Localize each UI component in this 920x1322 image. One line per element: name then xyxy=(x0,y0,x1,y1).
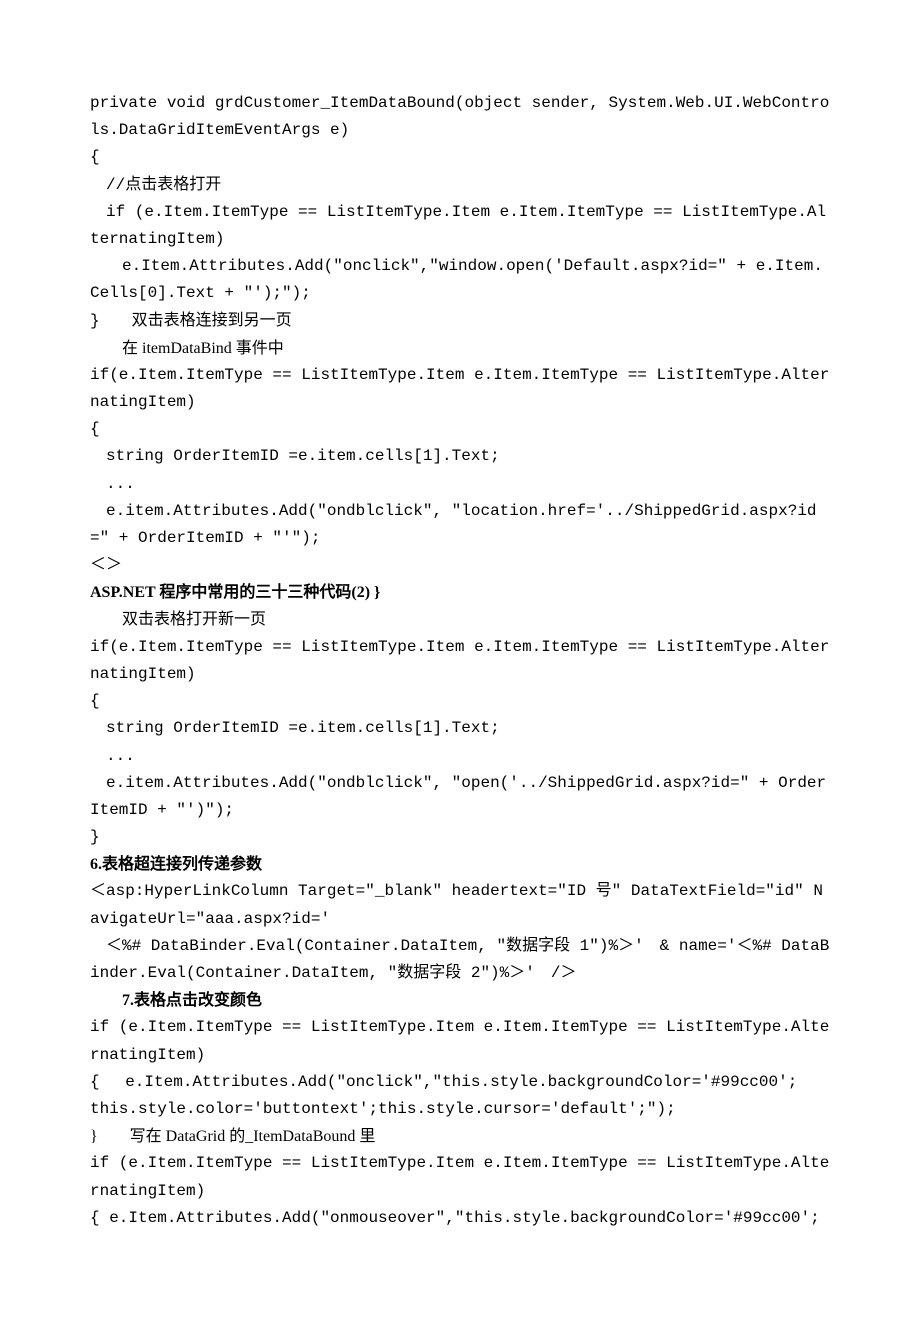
code-line: if (e.Item.ItemType == ListItemType.Item… xyxy=(90,1014,830,1068)
code-line: } xyxy=(90,824,830,851)
code-line: string OrderItemID =e.item.cells[1].Text… xyxy=(90,715,830,742)
code-line: ＜asp:HyperLinkColumn Target="_blank" hea… xyxy=(90,878,830,932)
code-line: private void grdCustomer_ItemDataBound(o… xyxy=(90,90,830,144)
code-line: e.Item.Attributes.Add("onclick","window.… xyxy=(90,253,830,307)
code-line: if (e.Item.ItemType == ListItemType.Item… xyxy=(90,199,830,253)
code-line: ... xyxy=(90,743,830,770)
code-line: if(e.Item.ItemType == ListItemType.Item … xyxy=(90,634,830,688)
code-line: ... xyxy=(90,471,830,498)
code-line: { xyxy=(90,416,830,443)
code-line: 双击表格打开新一页 xyxy=(90,607,830,634)
code-line: ASP.NET 程序中常用的三十三种代码(2) } xyxy=(90,579,830,606)
code-line: e.item.Attributes.Add("ondblclick", "loc… xyxy=(90,498,830,552)
code-line: { xyxy=(90,688,830,715)
code-line: { e.Item.Attributes.Add("onmouseover","t… xyxy=(90,1205,830,1232)
code-line: if(e.Item.ItemType == ListItemType.Item … xyxy=(90,362,830,416)
code-line: this.style.color='buttontext';this.style… xyxy=(90,1096,830,1123)
code-line: e.item.Attributes.Add("ondblclick", "ope… xyxy=(90,770,830,824)
code-line: ＜%# DataBinder.Eval(Container.DataItem, … xyxy=(90,933,830,987)
code-line: } 写在 DataGrid 的_ItemDataBound 里 xyxy=(90,1123,830,1150)
code-line: ＜＞ xyxy=(90,552,830,579)
code-line: //点击表格打开 xyxy=(90,172,830,199)
code-line: } 双击表格连接到另一页 xyxy=(90,308,830,335)
document-body: private void grdCustomer_ItemDataBound(o… xyxy=(90,90,830,1232)
code-line: 7.表格点击改变颜色 xyxy=(90,987,830,1014)
code-line: 在 itemDataBind 事件中 xyxy=(90,335,830,362)
code-line: { xyxy=(90,144,830,171)
code-line: if (e.Item.ItemType == ListItemType.Item… xyxy=(90,1150,830,1204)
code-line: { e.Item.Attributes.Add("onclick","this.… xyxy=(90,1069,830,1096)
code-line: string OrderItemID =e.item.cells[1].Text… xyxy=(90,443,830,470)
code-line: 6.表格超连接列传递参数 xyxy=(90,851,830,878)
